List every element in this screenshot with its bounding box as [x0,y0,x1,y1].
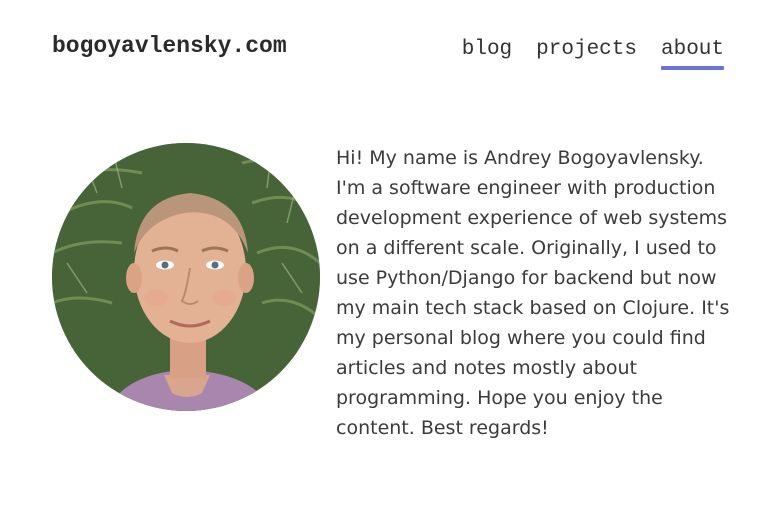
profile-photo [52,143,320,411]
nav-link-blog[interactable]: blog [462,36,512,64]
bio-text: Hi! My name is Andrey Bogoyavlensky. I'm… [336,147,730,439]
main-nav: blog projects about [462,36,724,70]
site-title-link[interactable]: bogoyavlensky.com [52,31,287,61]
nav-link-projects[interactable]: projects [536,36,637,64]
page: bogoyavlensky.com blog projects about Hi… [0,0,781,510]
active-nav-indicator [660,66,724,70]
nav-link-about-label: about [660,38,724,61]
nav-link-about[interactable]: about [660,36,724,70]
